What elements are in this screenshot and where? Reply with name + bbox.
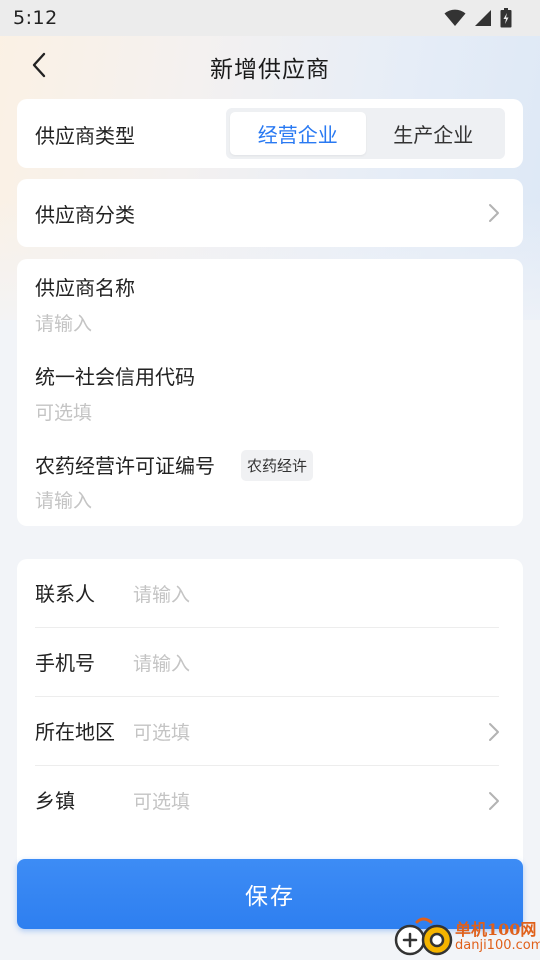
chevron-right-icon: [487, 722, 501, 742]
contact-person-row: 联系人 请输入: [17, 559, 523, 628]
license-number-input[interactable]: 请输入: [35, 486, 92, 513]
contact-info-card: 联系人 请输入 手机号 请输入 所在地区 可选填 乡镇 可选填: [17, 559, 523, 879]
watermark-icon: [394, 917, 453, 956]
credit-code-label: 统一社会信用代码: [35, 365, 195, 389]
phone-row: 手机号 请输入: [17, 628, 523, 697]
segment-option-operating[interactable]: 经营企业: [230, 112, 366, 155]
supplier-type-segment: 经营企业 生产企业: [226, 108, 505, 159]
battery-icon: [500, 8, 512, 28]
town-label: 乡镇: [35, 789, 75, 813]
phone-label: 手机号: [35, 651, 95, 675]
credit-code-input[interactable]: 可选填: [35, 398, 92, 425]
segment-option-manufacturing[interactable]: 生产企业: [366, 112, 502, 155]
region-label: 所在地区: [35, 720, 115, 744]
license-number-label: 农药经营许可证编号: [35, 454, 215, 478]
watermark-text: 单机100网: [455, 920, 537, 939]
town-value: 可选填: [133, 791, 191, 813]
supplier-name-input[interactable]: 请输入: [35, 309, 92, 336]
navigation-bar: 新增供应商: [0, 36, 540, 98]
signal-icon: [474, 9, 492, 27]
page-title: 新增供应商: [210, 57, 330, 83]
watermark-url: danji100.com: [455, 938, 540, 953]
status-icons: [444, 8, 512, 28]
watermark-logo: 单机100网 danji100.com: [393, 916, 540, 960]
supplier-category-label: 供应商分类: [35, 203, 135, 227]
town-row[interactable]: 乡镇 可选填: [17, 766, 523, 835]
region-row[interactable]: 所在地区 可选填: [17, 697, 523, 766]
contact-person-input[interactable]: 请输入: [133, 580, 190, 607]
basic-info-card: 供应商名称 请输入 统一社会信用代码 可选填 农药经营许可证编号 农药经许 请输…: [17, 259, 523, 526]
wifi-icon: [444, 9, 466, 27]
license-tag: 农药经许: [241, 450, 314, 481]
region-value: 可选填: [133, 722, 191, 744]
phone-input[interactable]: 请输入: [133, 649, 190, 676]
supplier-name-label: 供应商名称: [35, 276, 135, 300]
supplier-type-label: 供应商类型: [35, 124, 135, 148]
supplier-category-row[interactable]: 供应商分类: [17, 179, 523, 247]
back-arrow-icon: [31, 52, 47, 82]
chevron-right-icon: [487, 791, 501, 811]
status-time: 5:12: [13, 7, 58, 29]
supplier-type-card: 供应商类型 经营企业 生产企业: [17, 99, 523, 168]
status-bar: 5:12: [0, 0, 540, 36]
back-button[interactable]: [22, 50, 56, 84]
contact-person-label: 联系人: [35, 582, 95, 606]
chevron-right-icon: [487, 203, 501, 223]
